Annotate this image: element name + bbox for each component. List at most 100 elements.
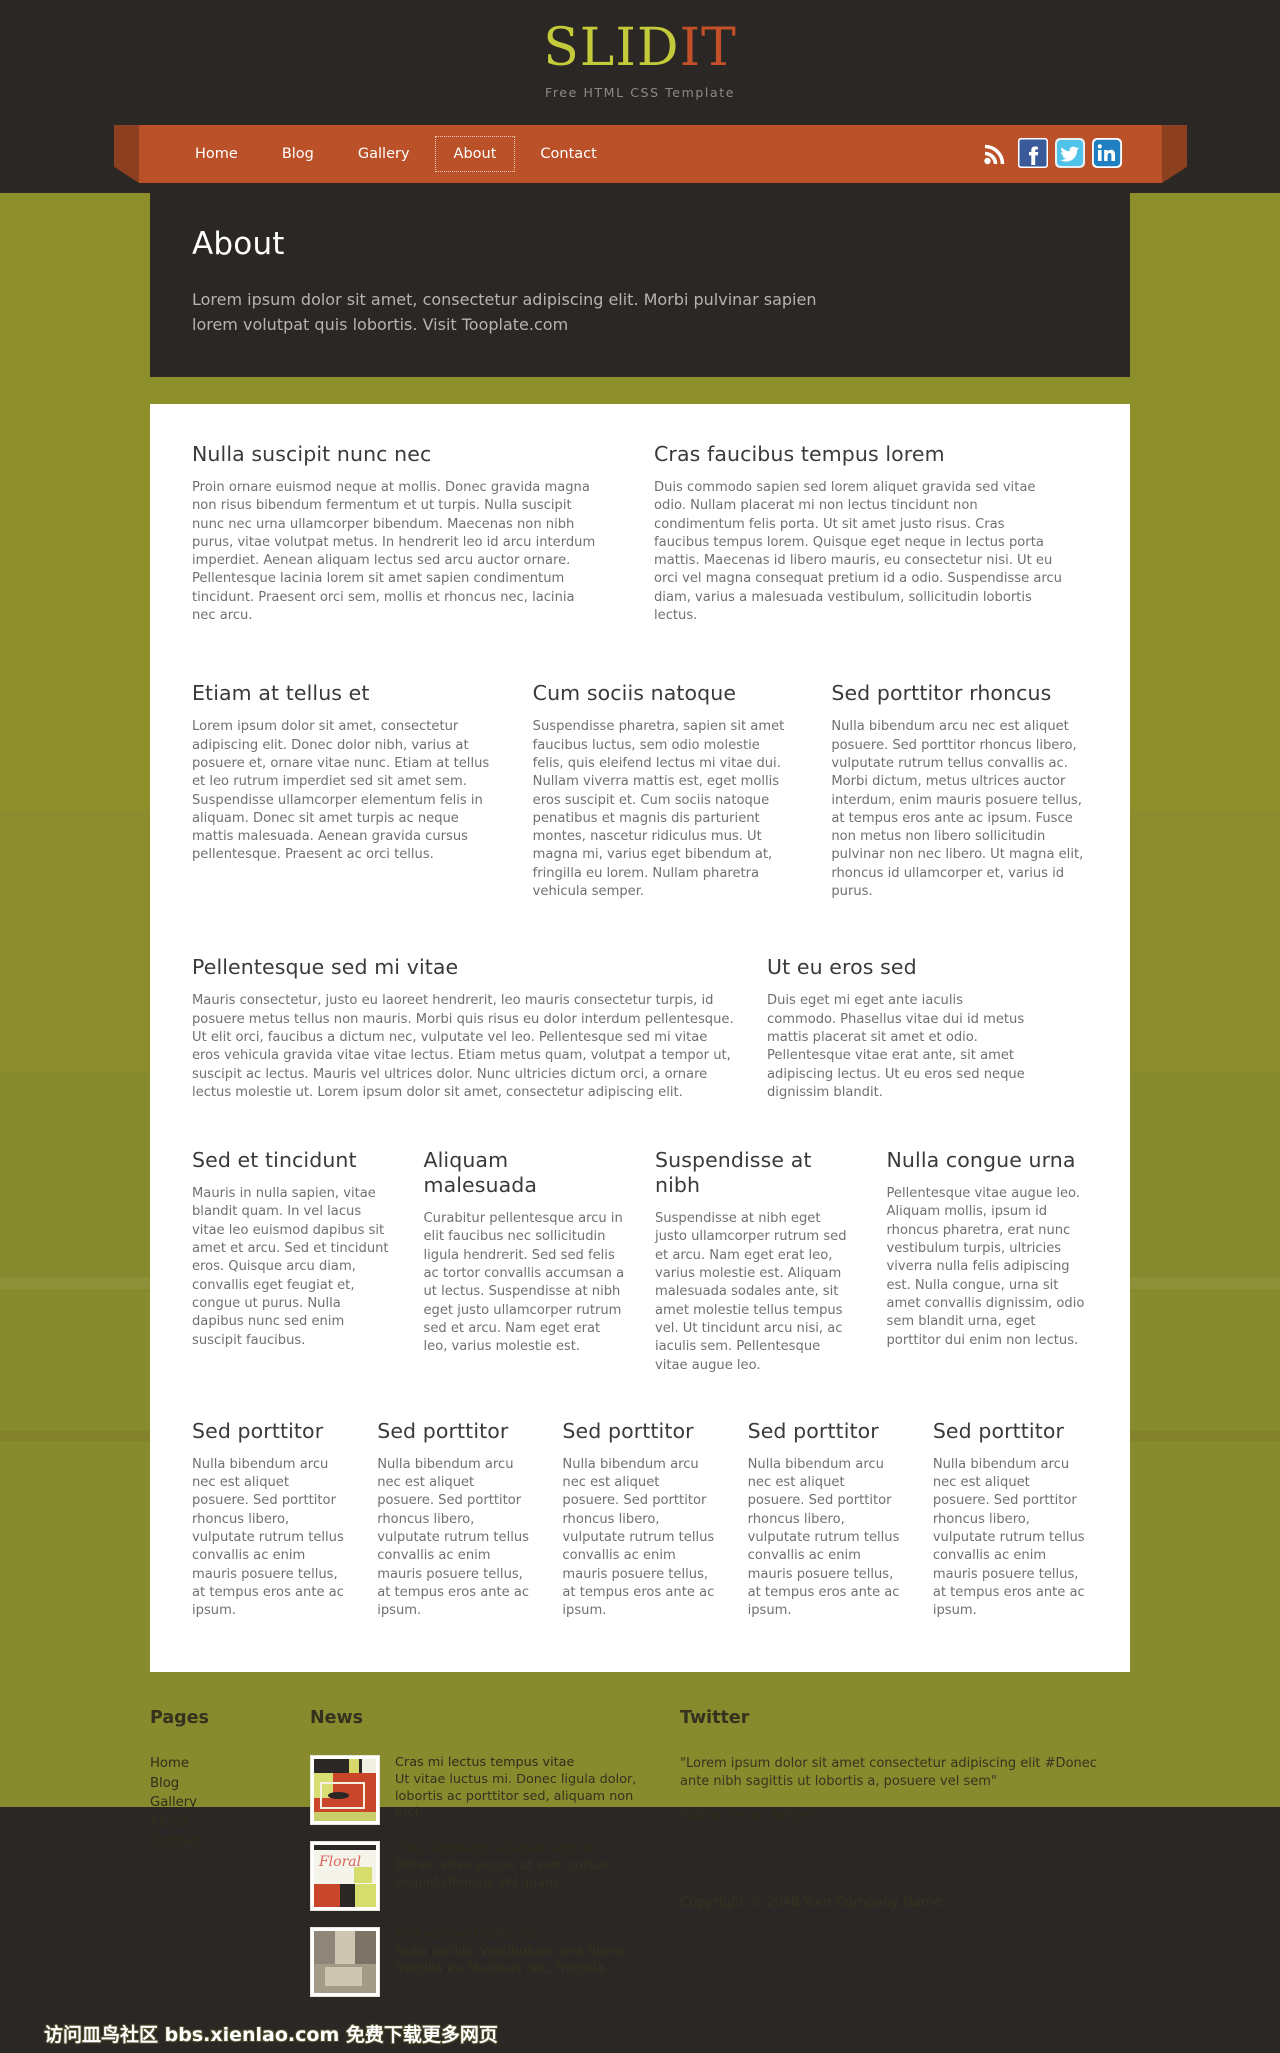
content-block: Sed et tincidunt Mauris in nulla sapien,…	[192, 1148, 394, 1375]
nav-link-home[interactable]: Home	[176, 136, 257, 172]
section-heading: Sed porttitor	[192, 1418, 324, 1443]
section-body: Nulla bibendum arcu nec est aliquet posu…	[192, 1456, 344, 1619]
section-body: Suspendisse pharetra, sapien sit amet fa…	[532, 719, 785, 900]
content-block: Nulla congue urna Pellentesque vitae aug…	[887, 1148, 1089, 1375]
footer-pages-column: Pages Home Blog Gallery About Contact	[150, 1708, 310, 2013]
news-excerpt: Donec vitae augue ut sem cursus aliquet …	[395, 1858, 610, 1890]
content-block: Pellentesque sed mi vitae Mauris consect…	[192, 955, 737, 1102]
logo-part-b: IT	[679, 18, 737, 78]
news-text-wrap: Cras mi lectus tempus vitae Ut vitae luc…	[395, 1755, 640, 1825]
section-heading: Suspendisse at nibh	[655, 1148, 812, 1198]
content-block: Sed porttitor Nulla bibendum arcu nec es…	[933, 1419, 1088, 1621]
news-excerpt: Ut vitae luctus mi. Donec ligula dolor, …	[395, 1772, 637, 1821]
content-block: Suspendisse at nibh Suspendisse at nibh …	[655, 1148, 857, 1375]
rss-icon[interactable]	[981, 138, 1011, 168]
nav-link-about[interactable]: About	[434, 136, 516, 172]
watermark-text: 访问皿鸟社区 bbs.xienlao.com 免费下载更多网页	[44, 2023, 498, 2046]
list-item[interactable]: Floral Cras dignissim volutpat sem id Do…	[310, 1841, 640, 1912]
content-block: Ut eu eros sed Duis eget mi eget ante ia…	[767, 955, 1030, 1102]
list-item[interactable]: Blog	[150, 1775, 310, 1793]
content-block: Cras faucibus tempus lorem Duis commodo …	[654, 442, 1062, 625]
section-body: Pellentesque vitae augue leo. Aliquam mo…	[886, 1186, 1085, 1348]
site-tagline: Free HTML CSS Template	[544, 85, 736, 100]
footer-link-contact[interactable]: Contact	[150, 1833, 310, 1851]
list-item[interactable]: Contact	[150, 1833, 310, 1851]
section-heading: Nulla suscipit nunc nec	[192, 442, 432, 466]
section-body: Duis eget mi eget ante iaculis commodo. …	[767, 993, 1025, 1100]
list-item[interactable]: Gallery	[150, 1794, 310, 1812]
section-body: Nulla bibendum arcu nec est aliquet posu…	[747, 1456, 900, 1619]
nav-list: Home Blog Gallery About Contact	[176, 136, 622, 172]
social-links	[981, 138, 1122, 168]
section-heading: Cum sociis natoque	[532, 681, 737, 706]
linkedin-icon[interactable]	[1092, 138, 1122, 168]
section-body: Lorem ipsum dolor sit amet, consectetur …	[192, 719, 490, 863]
intro-panel: About Lorem ipsum dolor sit amet, consec…	[150, 185, 1130, 377]
footer-news-title: News	[310, 1708, 364, 1729]
content-row-1: Nulla suscipit nunc nec Proin ornare eui…	[192, 442, 1088, 625]
content-block: Sed porttitor Nulla bibendum arcu nec es…	[192, 1419, 347, 1621]
section-heading: Aliquam malesuada	[423, 1148, 538, 1198]
news-excerpt: Nulla facilisi. Vestibulum urna libero, …	[395, 1944, 629, 1976]
nav-item-blog[interactable]: Blog	[263, 136, 333, 172]
footer-link-home[interactable]: Home	[150, 1755, 310, 1773]
content-block: Sed porttitor Nulla bibendum arcu nec es…	[377, 1419, 532, 1621]
section-body: Duis commodo sapien sed lorem aliquet gr…	[654, 480, 1062, 624]
footer-twitter-title: Twitter	[680, 1708, 750, 1729]
main-content-card: Nulla suscipit nunc nec Proin ornare eui…	[150, 404, 1130, 1673]
news-title[interactable]: Sed euismod dolor eu	[395, 1927, 640, 1944]
section-heading: Sed et tincidunt	[192, 1148, 357, 1173]
news-thumbnail[interactable]	[310, 1927, 380, 1998]
list-item[interactable]: Cras mi lectus tempus vitae Ut vitae luc…	[310, 1755, 640, 1826]
news-text-wrap: Cras dignissim volutpat sem id Donec vit…	[395, 1841, 640, 1911]
section-heading: Pellentesque sed mi vitae	[192, 955, 459, 980]
section-body: Suspendisse at nibh eget justo ullamcorp…	[655, 1211, 847, 1373]
logo[interactable]: SLIDIT Free HTML CSS Template	[0, 0, 1280, 100]
nav-link-blog[interactable]: Blog	[263, 136, 333, 172]
content-block: Sed porttitor Nulla bibendum arcu nec es…	[562, 1419, 717, 1621]
footer-link-about[interactable]: About	[150, 1814, 310, 1832]
facebook-icon[interactable]	[1018, 138, 1048, 168]
ribbon-tail-left	[114, 125, 139, 183]
list-item[interactable]: About	[150, 1814, 310, 1832]
content-block: Cum sociis natoque Suspendisse pharetra,…	[533, 681, 790, 901]
logo-text: SLIDIT	[0, 22, 1280, 74]
section-heading: Sed porttitor	[747, 1418, 879, 1443]
nav-item-contact[interactable]: Contact	[521, 136, 615, 172]
news-title[interactable]: Cras dignissim volutpat sem id	[395, 1841, 640, 1858]
news-title[interactable]: Cras mi lectus tempus vitae	[395, 1755, 640, 1772]
footer-link-blog[interactable]: Blog	[150, 1775, 310, 1793]
list-item[interactable]: Sed euismod dolor eu Nulla facilisi. Ves…	[310, 1927, 640, 1998]
nav-link-gallery[interactable]: Gallery	[339, 136, 429, 172]
news-thumbnail[interactable]: Floral	[310, 1841, 380, 1912]
section-heading: Sed porttitor	[932, 1418, 1065, 1443]
site-footer: Pages Home Blog Gallery About Contact Ne…	[150, 1708, 1130, 2053]
content-row-3: Pellentesque sed mi vitae Mauris consect…	[192, 955, 1088, 1102]
section-heading: Ut eu eros sed	[767, 955, 917, 980]
footer-twitter-column: Twitter "Lorem ipsum dolor sit amet cons…	[680, 1708, 1110, 2013]
content-block: Nulla suscipit nunc nec Proin ornare eui…	[192, 442, 600, 625]
nav-item-about[interactable]: About	[434, 136, 516, 172]
nav-item-gallery[interactable]: Gallery	[339, 136, 429, 172]
page-root: SLIDIT Free HTML CSS Template Home Blog …	[0, 0, 1280, 2053]
content-row-5: Sed porttitor Nulla bibendum arcu nec es…	[192, 1419, 1088, 1621]
list-item[interactable]: Home	[150, 1755, 310, 1773]
twitter-follow-link[interactable]: Follow me on Twitter	[680, 1808, 814, 1823]
nav-ribbon: Home Blog Gallery About Contact	[139, 125, 1162, 183]
content-block: Aliquam malesuada Curabitur pellentesque…	[424, 1148, 626, 1375]
twitter-icon[interactable]	[1055, 138, 1085, 168]
section-body: Mauris in nulla sapien, vitae blandit qu…	[192, 1186, 389, 1348]
copyright-text: Copyright © 2048 Your Company Name	[680, 1895, 942, 1911]
intro-text: Lorem ipsum dolor sit amet, consectetur …	[192, 290, 817, 334]
news-thumbnail[interactable]	[310, 1755, 380, 1826]
page-title: About	[192, 226, 285, 262]
content-block: Sed porttitor rhoncus Nulla bibendum arc…	[831, 681, 1088, 901]
section-heading: Sed porttitor	[562, 1418, 694, 1443]
footer-link-gallery[interactable]: Gallery	[150, 1794, 310, 1812]
section-heading: Nulla congue urna	[886, 1148, 1076, 1173]
section-body: Mauris consectetur, justo eu laoreet hen…	[192, 993, 734, 1100]
content-row-2: Etiam at tellus et Lorem ipsum dolor sit…	[192, 681, 1088, 901]
section-body: Nulla bibendum arcu nec est aliquet posu…	[932, 1456, 1085, 1619]
nav-item-home[interactable]: Home	[176, 136, 257, 172]
nav-link-contact[interactable]: Contact	[521, 136, 615, 172]
